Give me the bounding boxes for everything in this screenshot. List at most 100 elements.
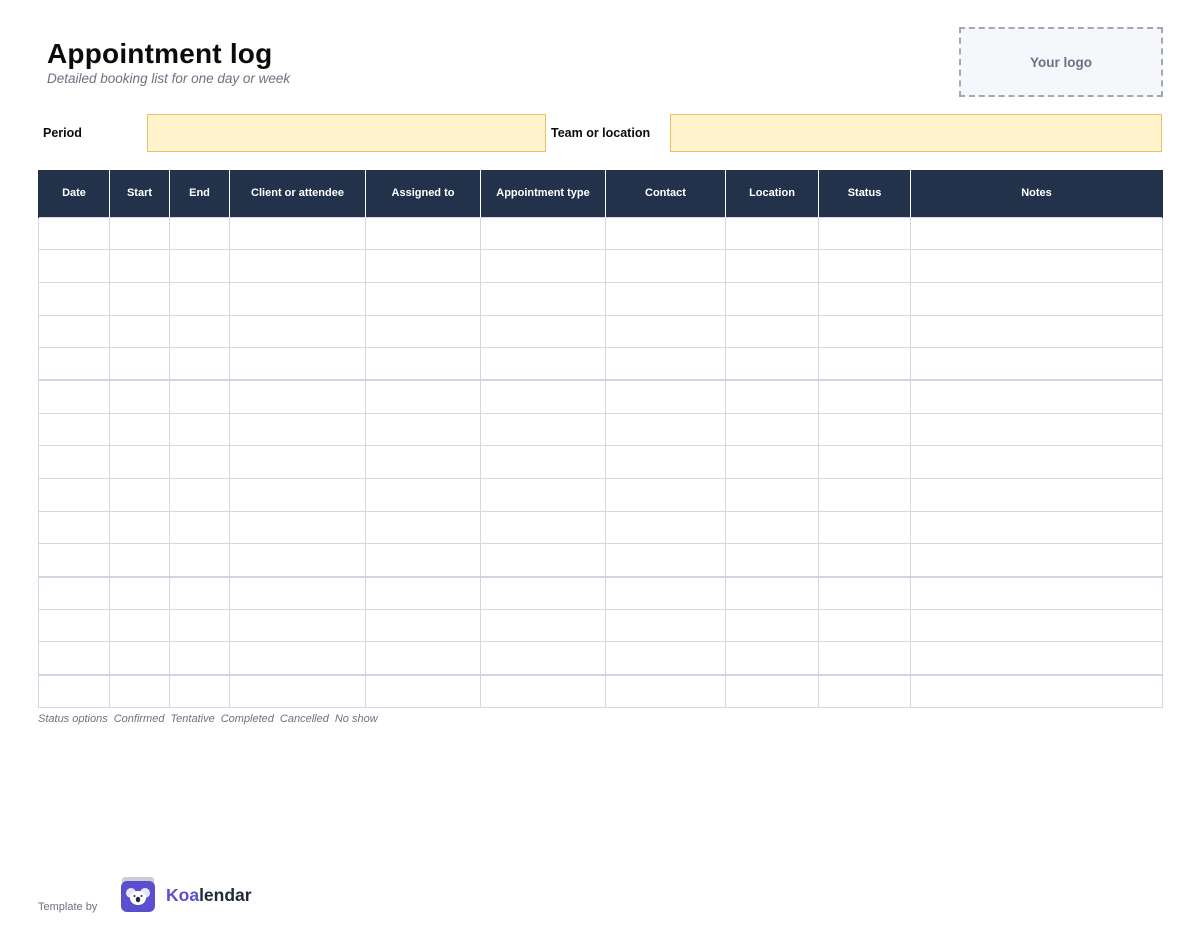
table-cell[interactable] — [480, 576, 606, 610]
brand-name[interactable]: Koalendar — [166, 885, 252, 906]
table-cell[interactable] — [169, 608, 230, 643]
team-location-input[interactable] — [670, 114, 1162, 152]
table-cell[interactable] — [725, 412, 819, 447]
table-cell[interactable] — [365, 314, 481, 349]
table-cell[interactable] — [480, 510, 606, 545]
table-cell[interactable] — [818, 641, 911, 676]
table-cell[interactable] — [229, 412, 366, 447]
table-cell[interactable] — [725, 576, 819, 610]
table-cell[interactable] — [605, 641, 726, 676]
table-cell[interactable] — [169, 314, 230, 349]
period-input[interactable] — [147, 114, 546, 152]
table-cell[interactable] — [38, 379, 110, 414]
table-cell[interactable] — [229, 347, 366, 382]
table-cell[interactable] — [109, 445, 170, 479]
table-cell[interactable] — [365, 478, 481, 512]
table-cell[interactable] — [169, 379, 230, 414]
table-cell[interactable] — [38, 478, 110, 512]
table-cell[interactable] — [605, 281, 726, 316]
table-cell[interactable] — [818, 543, 911, 578]
table-cell[interactable] — [109, 674, 170, 708]
table-cell[interactable] — [229, 249, 366, 283]
table-cell[interactable] — [229, 445, 366, 479]
table-cell[interactable] — [169, 674, 230, 708]
table-cell[interactable] — [725, 379, 819, 414]
table-cell[interactable] — [480, 281, 606, 316]
table-cell[interactable] — [725, 543, 819, 578]
table-cell[interactable] — [169, 543, 230, 578]
table-cell[interactable] — [169, 412, 230, 447]
table-cell[interactable] — [725, 608, 819, 643]
table-cell[interactable] — [365, 641, 481, 676]
table-cell[interactable] — [109, 347, 170, 382]
table-cell[interactable] — [38, 281, 110, 316]
table-cell[interactable] — [818, 281, 911, 316]
table-cell[interactable] — [725, 249, 819, 283]
table-cell[interactable] — [109, 379, 170, 414]
table-cell[interactable] — [605, 347, 726, 382]
table-cell[interactable] — [365, 445, 481, 479]
table-cell[interactable] — [109, 216, 170, 251]
table-cell[interactable] — [605, 379, 726, 414]
table-cell[interactable] — [109, 412, 170, 447]
table-cell[interactable] — [169, 347, 230, 382]
table-cell[interactable] — [229, 510, 366, 545]
table-cell[interactable] — [480, 249, 606, 283]
table-cell[interactable] — [109, 608, 170, 643]
table-cell[interactable] — [109, 510, 170, 545]
table-cell[interactable] — [818, 216, 911, 251]
table-cell[interactable] — [910, 608, 1163, 643]
table-cell[interactable] — [38, 412, 110, 447]
table-cell[interactable] — [910, 281, 1163, 316]
table-cell[interactable] — [605, 478, 726, 512]
table-cell[interactable] — [725, 347, 819, 382]
table-cell[interactable] — [480, 412, 606, 447]
table-cell[interactable] — [38, 576, 110, 610]
table-cell[interactable] — [818, 379, 911, 414]
table-cell[interactable] — [818, 608, 911, 643]
table-cell[interactable] — [910, 249, 1163, 283]
table-cell[interactable] — [229, 543, 366, 578]
table-cell[interactable] — [365, 543, 481, 578]
table-cell[interactable] — [605, 510, 726, 545]
table-cell[interactable] — [38, 674, 110, 708]
table-cell[interactable] — [725, 510, 819, 545]
table-cell[interactable] — [109, 543, 170, 578]
table-cell[interactable] — [480, 543, 606, 578]
table-cell[interactable] — [725, 641, 819, 676]
table-cell[interactable] — [910, 478, 1163, 512]
table-cell[interactable] — [365, 347, 481, 382]
table-cell[interactable] — [229, 674, 366, 708]
table-cell[interactable] — [480, 347, 606, 382]
table-cell[interactable] — [910, 347, 1163, 382]
table-cell[interactable] — [365, 608, 481, 643]
table-cell[interactable] — [229, 281, 366, 316]
table-cell[interactable] — [605, 445, 726, 479]
table-cell[interactable] — [910, 379, 1163, 414]
table-cell[interactable] — [169, 445, 230, 479]
table-cell[interactable] — [725, 281, 819, 316]
table-cell[interactable] — [818, 576, 911, 610]
table-cell[interactable] — [169, 641, 230, 676]
table-cell[interactable] — [365, 249, 481, 283]
table-cell[interactable] — [818, 412, 911, 447]
table-cell[interactable] — [169, 281, 230, 316]
table-cell[interactable] — [910, 314, 1163, 349]
table-cell[interactable] — [38, 608, 110, 643]
table-cell[interactable] — [38, 347, 110, 382]
table-cell[interactable] — [818, 510, 911, 545]
table-cell[interactable] — [109, 478, 170, 512]
table-cell[interactable] — [725, 216, 819, 251]
table-cell[interactable] — [38, 216, 110, 251]
table-cell[interactable] — [169, 216, 230, 251]
table-cell[interactable] — [365, 674, 481, 708]
table-cell[interactable] — [818, 478, 911, 512]
table-cell[interactable] — [365, 412, 481, 447]
table-cell[interactable] — [169, 478, 230, 512]
table-cell[interactable] — [169, 576, 230, 610]
table-cell[interactable] — [229, 478, 366, 512]
table-cell[interactable] — [910, 510, 1163, 545]
table-cell[interactable] — [725, 445, 819, 479]
table-cell[interactable] — [605, 216, 726, 251]
table-cell[interactable] — [38, 314, 110, 349]
